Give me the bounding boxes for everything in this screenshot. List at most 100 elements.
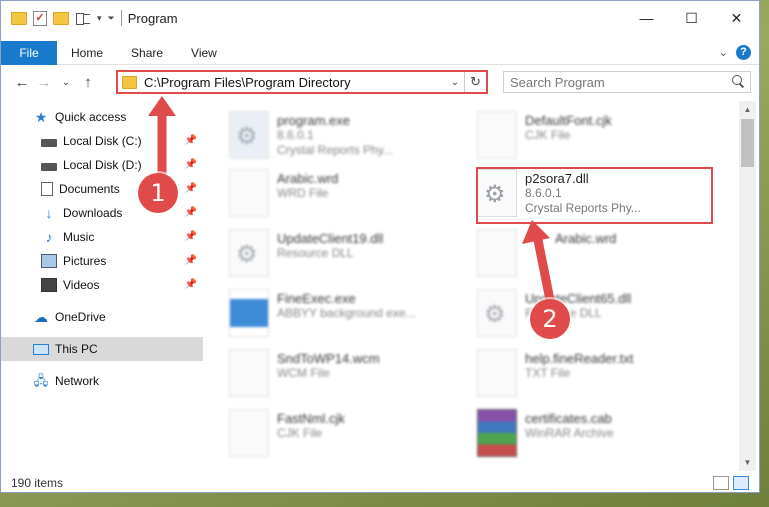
pin-icon[interactable]: 📌 [185, 159, 197, 170]
view-toggle [713, 476, 749, 490]
file-item[interactable]: Arabic.wrd WRD File [229, 165, 479, 223]
file-name: Arabic.wrd [555, 231, 617, 246]
file-item[interactable]: UpdateClient19.dll Resource DLL [229, 225, 479, 283]
sidebar-item-label: Videos [63, 278, 100, 292]
up-arrow-icon[interactable]: ↑ [77, 74, 99, 91]
scrollbar-thumb[interactable] [741, 119, 754, 167]
file-name: FastNml.cjk [277, 411, 345, 426]
view-options-icon[interactable] [75, 11, 91, 25]
forward-arrow-icon[interactable]: → [33, 74, 55, 91]
generic-file-icon [229, 169, 269, 217]
file-list: program.exe 8.6.0.1 Crystal Reports Phy.… [211, 101, 739, 467]
sidebar-item-label: Documents [59, 182, 120, 196]
star-icon: ★ [34, 109, 48, 125]
disk-icon [41, 162, 57, 171]
tab-home[interactable]: Home [57, 41, 117, 65]
file-type: WRD File [277, 186, 329, 200]
refresh-icon[interactable]: ↻ [464, 72, 486, 92]
address-dropdown-icon[interactable]: ⌄ [446, 77, 464, 88]
pin-icon[interactable]: 📌 [185, 135, 197, 146]
navigation-bar: ← → ⌄ ↑ C:\Program Files\Program Directo… [1, 67, 759, 97]
pin-icon[interactable]: 📌 [185, 279, 197, 290]
sidebar-item-label: Quick access [55, 110, 127, 124]
file-type: ABBYY background exe... [277, 306, 416, 320]
network-icon: 🖧 [33, 373, 49, 388]
file-type: Resource DLL [277, 246, 354, 260]
close-button[interactable]: ✕ [714, 1, 759, 35]
file-item[interactable]: help.fineReader.txt TXT File [477, 345, 727, 403]
customize-toolbar-icon[interactable]: ⏷ [108, 13, 115, 24]
dll-gear-icon [477, 289, 517, 337]
exe-app-icon [229, 289, 269, 337]
file-type: TXT File [525, 366, 571, 380]
sidebar-item-label: Local Disk (D:) [63, 158, 142, 172]
expand-ribbon-icon[interactable]: ⌄ [719, 46, 728, 59]
sidebar-item-network[interactable]: 🖧 Network [1, 369, 203, 393]
pin-icon[interactable]: 📌 [185, 255, 197, 266]
address-text[interactable]: C:\Program Files\Program Directory [144, 75, 446, 90]
scroll-down-icon[interactable]: ▼ [739, 454, 756, 471]
tab-view[interactable]: View [177, 41, 231, 65]
tiles-view-icon[interactable] [733, 476, 749, 490]
new-folder-icon[interactable] [53, 11, 69, 25]
file-item[interactable]: DefaultFont.cjk CJK File [477, 107, 727, 165]
file-item[interactable]: certificates.cab WinRAR Archive [477, 405, 727, 463]
sidebar-item-label: Local Disk (C:) [63, 134, 142, 148]
address-folder-icon [122, 75, 137, 89]
document-icon [41, 182, 53, 196]
file-item[interactable]: SndToWP14.wcm WCM File [229, 345, 479, 403]
file-type: CJK File [277, 426, 323, 440]
download-icon: ↓ [45, 205, 53, 221]
help-icon[interactable]: ? [736, 45, 751, 60]
details-view-icon[interactable] [713, 476, 729, 490]
pin-icon[interactable]: 📌 [185, 183, 197, 194]
tab-share[interactable]: Share [117, 41, 177, 65]
maximize-button[interactable]: ☐ [669, 1, 714, 35]
file-name: UpdateClient19.dll [277, 231, 384, 246]
archive-icon [477, 409, 517, 457]
vertical-scrollbar[interactable]: ▲ ▼ [739, 101, 756, 471]
step-badge-2: 2 [530, 299, 570, 339]
file-item[interactable]: Arabic.wrd [477, 225, 727, 283]
sidebar-item-this-pc[interactable]: This PC [1, 337, 203, 361]
generic-file-icon [229, 409, 269, 457]
explorer-window: ✓ ▾ ⏷ Program — ☐ ✕ File Home Share View… [0, 0, 760, 493]
disk-icon [41, 138, 57, 147]
sidebar-item-music[interactable]: ♪ Music 📌 [1, 225, 203, 249]
ribbon-right-controls: ⌄ ? [719, 45, 751, 60]
music-note-icon: ♪ [45, 229, 53, 245]
scroll-up-icon[interactable]: ▲ [739, 101, 756, 118]
address-bar[interactable]: C:\Program Files\Program Directory ⌄ ↻ [116, 70, 488, 94]
title-bar: ✓ ▾ ⏷ Program — ☐ ✕ [1, 1, 759, 35]
chevron-down-icon[interactable]: ▾ [97, 13, 102, 24]
sidebar-item-label: Pictures [63, 254, 107, 268]
sidebar-item-videos[interactable]: Videos 📌 [1, 273, 203, 297]
file-name: DefaultFont.cjk [525, 113, 612, 128]
pin-icon[interactable]: 📌 [185, 231, 197, 242]
recent-locations-icon[interactable]: ⌄ [55, 77, 77, 88]
search-icon [732, 75, 744, 87]
sidebar-item-quick-access[interactable]: ★ Quick access [1, 105, 203, 129]
sidebar-item-onedrive[interactable]: ☁ OneDrive [1, 305, 203, 329]
file-item[interactable]: program.exe 8.6.0.1 Crystal Reports Phy.… [229, 107, 479, 165]
sidebar-item-label: Music [63, 230, 95, 244]
sidebar-item-local-disk-c[interactable]: Local Disk (C:) 📌 [1, 129, 203, 153]
window-title: Program [127, 10, 178, 26]
tab-file[interactable]: File [1, 40, 57, 65]
file-item[interactable]: FineExec.exe ABBYY background exe... [229, 285, 479, 343]
file-type: CJK File [525, 128, 571, 142]
text-file-icon [477, 349, 517, 397]
minimize-button[interactable]: — [624, 1, 669, 35]
pin-icon[interactable]: 📌 [185, 207, 197, 218]
video-icon [41, 278, 57, 292]
back-arrow-icon[interactable]: ← [11, 74, 33, 91]
file-item[interactable]: UpdateClient65.dll Resource DLL [477, 285, 727, 343]
search-input[interactable]: Search Program [503, 71, 751, 93]
sidebar-item-local-disk-d[interactable]: Local Disk (D:) 📌 [1, 153, 203, 177]
sidebar-item-pictures[interactable]: Pictures 📌 [1, 249, 203, 273]
folder-icon [11, 11, 27, 25]
cloud-icon: ☁ [34, 309, 48, 325]
file-item[interactable]: FastNml.cjk CJK File [229, 405, 479, 463]
properties-check-icon[interactable]: ✓ [33, 10, 47, 26]
